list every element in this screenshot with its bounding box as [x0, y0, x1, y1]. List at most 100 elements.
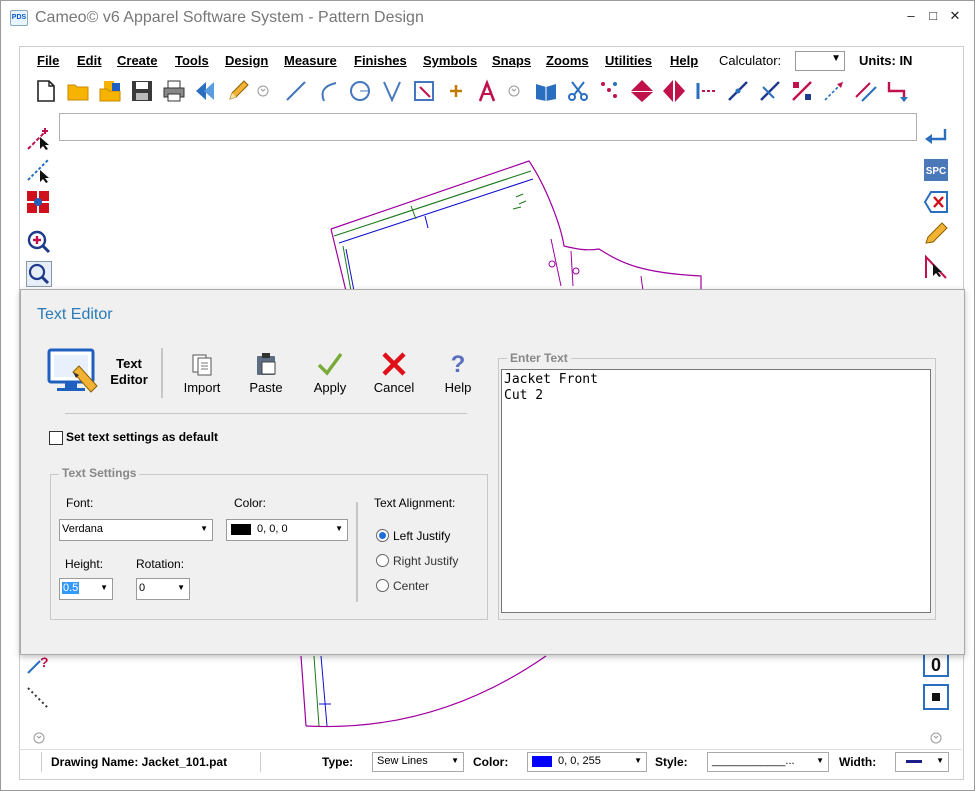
minimize-button[interactable]: –: [904, 9, 918, 23]
cut-line-icon[interactable]: [726, 79, 750, 103]
return-icon[interactable]: [923, 125, 949, 151]
open-folder-icon[interactable]: [66, 79, 90, 103]
import-icon: [174, 350, 230, 378]
space-button[interactable]: SPC: [923, 157, 949, 183]
menu-help[interactable]: Help: [670, 53, 698, 68]
color-label: Color:: [234, 496, 267, 510]
import-button[interactable]: Import: [174, 350, 230, 398]
menu-utilities[interactable]: Utilities: [605, 53, 652, 68]
measure-line-icon[interactable]: [822, 79, 846, 103]
stop-icon[interactable]: [923, 684, 949, 710]
menu-measure[interactable]: Measure: [284, 53, 337, 68]
window-title: Cameo© v6 Apparel Software System - Patt…: [35, 9, 424, 26]
save-icon[interactable]: [130, 79, 154, 103]
text-line: Cut 2: [504, 388, 544, 403]
apply-button[interactable]: Apply: [302, 350, 358, 398]
text-icon[interactable]: [476, 79, 500, 103]
mirror-vertical-icon[interactable]: [630, 79, 654, 103]
scissors-icon[interactable]: [566, 79, 590, 103]
curve-icon[interactable]: [316, 79, 340, 103]
menu-zooms[interactable]: Zooms: [546, 53, 589, 68]
cancel-button[interactable]: Cancel: [366, 350, 422, 398]
line-color-value: 0, 0, 255: [558, 755, 601, 767]
pencil-icon[interactable]: [923, 221, 949, 247]
font-label: Font:: [66, 496, 94, 510]
text-editor-header-label: Text Editor: [105, 356, 153, 388]
style-select[interactable]: ____________... ▼: [707, 752, 829, 772]
expand-icon[interactable]: [256, 79, 270, 103]
spc-label: SPC: [926, 166, 947, 177]
new-file-icon[interactable]: [34, 79, 58, 103]
circle-icon[interactable]: [348, 79, 372, 103]
default-settings-checkbox[interactable]: [49, 431, 63, 445]
print-icon[interactable]: [162, 79, 186, 103]
header-label-line1: Text: [116, 356, 142, 371]
select-line-icon[interactable]: [26, 158, 52, 184]
select-pieces-icon[interactable]: [26, 190, 52, 216]
cancel-x-icon: [366, 350, 422, 378]
font-value: Verdana: [62, 523, 103, 535]
open-multiple-icon[interactable]: [98, 79, 122, 103]
cancel-label: Cancel: [373, 380, 415, 395]
dart-icon[interactable]: [380, 79, 404, 103]
expand-icon[interactable]: [929, 731, 943, 745]
corner-icon[interactable]: [886, 79, 910, 103]
chevron-down-icon: ▼: [634, 756, 642, 765]
intersect-icon[interactable]: [758, 79, 782, 103]
dotted-line-icon[interactable]: [26, 684, 52, 710]
close-button[interactable]: ✕: [948, 9, 962, 23]
select-add-icon[interactable]: [26, 125, 52, 151]
width-select[interactable]: ▼: [895, 752, 949, 772]
app-window: PDS Cameo© v6 Apparel Software System - …: [0, 0, 975, 791]
menu-design[interactable]: Design: [225, 53, 268, 68]
menu-tools[interactable]: Tools: [175, 53, 209, 68]
left-justify-radio[interactable]: [376, 529, 389, 542]
rotation-select[interactable]: 0 ▼: [136, 578, 190, 600]
help-button[interactable]: ? Help: [430, 350, 486, 398]
import-label: Import: [183, 380, 221, 395]
command-input-bar[interactable]: [59, 113, 917, 141]
color-select[interactable]: 0, 0, 0 ▼: [226, 519, 348, 541]
pattern-outline: [330, 160, 702, 291]
height-select[interactable]: 0.5 ▼: [59, 578, 113, 600]
notch-line-icon[interactable]: [694, 79, 718, 103]
line-color-select[interactable]: 0, 0, 255 ▼: [527, 752, 647, 772]
line-icon[interactable]: [284, 79, 308, 103]
plus-icon[interactable]: [444, 79, 468, 103]
points-icon[interactable]: [598, 79, 622, 103]
mark-icon[interactable]: [790, 79, 814, 103]
corner-select-icon[interactable]: [923, 254, 949, 280]
expand-icon[interactable]: [507, 79, 521, 103]
rectangle-icon[interactable]: [412, 79, 436, 103]
chevron-down-icon: ▼: [936, 756, 944, 765]
menu-edit[interactable]: Edit: [77, 53, 102, 68]
menu-file[interactable]: File: [37, 53, 59, 68]
text-entry-area[interactable]: Jacket Front Cut 2: [501, 369, 931, 613]
delete-icon[interactable]: [923, 189, 949, 215]
pencil-icon[interactable]: [226, 79, 250, 103]
paste-icon: [238, 350, 294, 378]
style-label: Style:: [655, 755, 688, 769]
back-arrow-icon[interactable]: [194, 79, 218, 103]
mirror-horizontal-icon[interactable]: [662, 79, 686, 103]
chevron-down-icon: ▼: [100, 583, 108, 592]
menu-symbols[interactable]: Symbols: [423, 53, 477, 68]
zoom-in-icon[interactable]: [26, 229, 52, 255]
type-label: Type:: [322, 755, 354, 769]
paste-button[interactable]: Paste: [238, 350, 294, 398]
menu-create[interactable]: Create: [117, 53, 157, 68]
menu-snaps[interactable]: Snaps: [492, 53, 531, 68]
parallel-icon[interactable]: [854, 79, 878, 103]
type-select[interactable]: Sew Lines ▼: [372, 752, 464, 772]
maximize-button[interactable]: □: [926, 9, 940, 23]
center-radio[interactable]: [376, 579, 389, 592]
type-value: Sew Lines: [377, 755, 428, 767]
font-select[interactable]: Verdana ▼: [59, 519, 213, 541]
calculator-input[interactable]: ▼: [795, 51, 845, 71]
right-justify-radio[interactable]: [376, 554, 389, 567]
expand-icon[interactable]: [32, 731, 46, 745]
menu-finishes[interactable]: Finishes: [354, 53, 407, 68]
zoom-icon[interactable]: [26, 261, 52, 287]
book-icon[interactable]: [534, 79, 558, 103]
color-swatch: [231, 524, 251, 535]
